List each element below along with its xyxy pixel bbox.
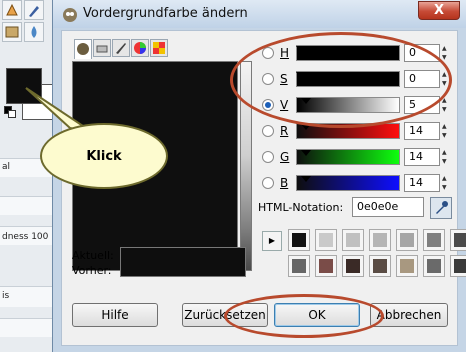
- slider-thumb[interactable]: [296, 72, 306, 78]
- history-color-swatch[interactable]: [369, 255, 391, 277]
- background-label-2: dness 100: [2, 232, 49, 242]
- channel-label: V: [280, 98, 289, 112]
- swatch-fill: [292, 233, 306, 247]
- spin-arrows-icon[interactable]: ▲ ▼: [442, 174, 450, 192]
- spin-arrows-icon[interactable]: ▲ ▼: [442, 96, 450, 114]
- spin-arrows-icon[interactable]: ▲ ▼: [442, 70, 450, 88]
- channel-slider-v[interactable]: [296, 97, 400, 113]
- spin-arrows-icon[interactable]: ▲ ▼: [442, 148, 450, 166]
- channel-slider-r[interactable]: [296, 123, 400, 139]
- current-color-swatch: [120, 247, 246, 277]
- history-add-button[interactable]: ▶: [262, 231, 282, 251]
- channel-slider-b[interactable]: [296, 175, 400, 191]
- history-color-swatch[interactable]: [342, 255, 364, 277]
- slider-thumb[interactable]: [301, 176, 312, 182]
- callout-bubble: Klick: [40, 123, 168, 189]
- swatch-fill: [400, 233, 414, 247]
- value-strip[interactable]: [240, 61, 252, 271]
- channel-radio-b[interactable]: [262, 177, 274, 189]
- history-color-swatch[interactable]: [315, 229, 337, 251]
- channel-spinbox-v[interactable]: 5: [404, 96, 440, 114]
- swatch-fill: [427, 233, 441, 247]
- tool-options-row: [0, 196, 58, 215]
- history-color-swatch[interactable]: [288, 229, 310, 251]
- background-label-3: is: [2, 291, 10, 301]
- history-color-swatch[interactable]: [342, 229, 364, 251]
- palette-icon: [153, 42, 165, 54]
- slider-thumb[interactable]: [301, 124, 312, 130]
- swatch-fill: [454, 233, 466, 247]
- slider-thumb[interactable]: [301, 150, 312, 156]
- callout-text: Klick: [86, 148, 122, 164]
- swatch-fill: [373, 259, 387, 273]
- swatch-fill: [454, 259, 466, 273]
- html-notation-input[interactable]: 0e0e0e: [352, 197, 424, 217]
- channel-radio-s[interactable]: [262, 73, 274, 85]
- history-color-swatch[interactable]: [450, 255, 466, 277]
- swatch-fill: [373, 233, 387, 247]
- history-color-swatch[interactable]: [396, 255, 418, 277]
- history-color-swatch[interactable]: [396, 229, 418, 251]
- current-label: Aktuell:: [72, 249, 114, 262]
- history-color-swatch[interactable]: [315, 255, 337, 277]
- reset-button[interactable]: Zurücksetzen: [182, 303, 268, 327]
- channel-spinbox-r[interactable]: 14: [404, 122, 440, 140]
- channel-label: H: [280, 46, 290, 60]
- close-icon: X: [433, 3, 445, 18]
- channel-spinbox-h[interactable]: 0: [404, 44, 440, 62]
- channel-label: R: [280, 124, 289, 138]
- channel-row-s: S 0 ▲ ▼: [262, 69, 448, 91]
- channel-label: G: [280, 150, 290, 164]
- slider-thumb[interactable]: [296, 46, 306, 52]
- channel-radio-g[interactable]: [262, 151, 274, 163]
- swatch-fill: [346, 233, 360, 247]
- history-color-swatch[interactable]: [423, 229, 445, 251]
- channel-spinbox-g[interactable]: 14: [404, 148, 440, 166]
- tool-options-row: [0, 318, 58, 337]
- spin-arrows-icon[interactable]: ▲ ▼: [442, 122, 450, 140]
- channel-radio-r[interactable]: [262, 125, 274, 137]
- channel-slider-s[interactable]: [296, 71, 400, 87]
- ok-button[interactable]: OK: [274, 303, 360, 327]
- channel-row-g: G 14 ▲ ▼: [262, 147, 448, 169]
- help-button[interactable]: Hilfe: [72, 303, 158, 327]
- color-picker-button[interactable]: [430, 197, 452, 219]
- swatch-fill: [292, 259, 306, 273]
- channel-spinbox-b[interactable]: 14: [404, 174, 440, 192]
- spin-arrows-icon[interactable]: ▲ ▼: [442, 44, 450, 62]
- history-color-swatch[interactable]: [369, 229, 391, 251]
- eyedropper-icon: [436, 201, 448, 214]
- channel-radio-v[interactable]: [262, 99, 274, 111]
- slider-thumb[interactable]: [300, 98, 311, 104]
- swatch-fill: [427, 259, 441, 273]
- close-button[interactable]: X: [418, 1, 460, 20]
- previous-label: Vorher:: [72, 264, 112, 277]
- channel-slider-g[interactable]: [296, 149, 400, 165]
- channel-radio-h[interactable]: [262, 47, 274, 59]
- cancel-button[interactable]: Abbrechen: [370, 303, 448, 327]
- html-notation-label: HTML-Notation:: [258, 201, 344, 214]
- swatch-fill: [346, 259, 360, 273]
- swatch-fill: [400, 259, 414, 273]
- channel-row-r: R 14 ▲ ▼: [262, 121, 448, 143]
- channel-spinbox-s[interactable]: 0: [404, 70, 440, 88]
- arrow-right-icon: ▶: [268, 236, 276, 245]
- channel-row-v: V 5 ▲ ▼: [262, 95, 448, 117]
- channel-label: S: [280, 72, 288, 86]
- channel-row-h: H 0 ▲ ▼: [262, 43, 448, 65]
- channel-row-b: B 14 ▲ ▼: [262, 173, 448, 195]
- history-color-swatch[interactable]: [423, 255, 445, 277]
- swatch-fill: [319, 259, 333, 273]
- channel-label: B: [280, 176, 289, 190]
- tab-palette[interactable]: [150, 39, 168, 57]
- history-color-swatch[interactable]: [288, 255, 310, 277]
- history-color-swatch[interactable]: [450, 229, 466, 251]
- swatch-fill: [319, 233, 333, 247]
- channel-slider-h[interactable]: [296, 45, 400, 61]
